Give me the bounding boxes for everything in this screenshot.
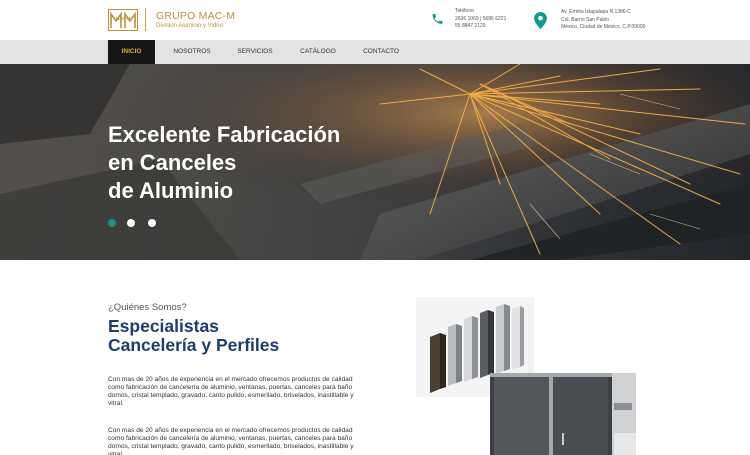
- logo-icon[interactable]: MAC-M: [108, 9, 138, 31]
- map-pin-icon: [534, 12, 547, 29]
- site-header: MAC-M GRUPO MAC-M División Aluminio y Vi…: [0, 0, 750, 40]
- phone-number-2[interactable]: 55 8847 2129: [455, 23, 506, 31]
- nav-item-nosotros[interactable]: NOSOTROS: [166, 40, 218, 64]
- address-line-3: México, Ciudad de México, C.P.09000: [561, 24, 646, 31]
- about-kicker: ¿Quiénes Somos?: [108, 302, 187, 313]
- slider-dot-3[interactable]: [148, 219, 156, 227]
- main-nav: INICIO NOSOTROS SERVICIOS CATÁLOGO CONTA…: [0, 40, 750, 64]
- nav-item-catalogo[interactable]: CATÁLOGO: [294, 40, 342, 64]
- hero-title-line-3: de Aluminio: [108, 178, 234, 203]
- address-line-1: Av. Ermita Iztapalapa N.1386-C: [561, 9, 631, 15]
- nav-item-contacto[interactable]: CONTACTO: [356, 40, 406, 64]
- about-title-line-2: Cancelería y Perfiles: [108, 335, 280, 355]
- about-paragraph-1: Con mas de 20 años de experiencia en el …: [108, 376, 354, 408]
- hero-title-line-2: en Canceles: [108, 150, 237, 175]
- shower-enclosure-image: [490, 373, 636, 455]
- hero-slider: Excelente Fabricación en Canceles de Alu…: [0, 64, 750, 260]
- slider-dot-2[interactable]: [127, 219, 135, 227]
- phone-info: Teléfono 2636 1069 | 5686 6221 55 8847 2…: [455, 8, 506, 31]
- address-line-2: Col. Barrio San Pablo: [561, 16, 610, 23]
- slider-dot-1[interactable]: [108, 219, 116, 227]
- brand-tagline: División Aluminio y Vidrio: [156, 23, 223, 29]
- about-title-line-1: Especialistas: [108, 316, 219, 336]
- nav-item-servicios[interactable]: SERVICIOS: [232, 40, 278, 64]
- hero-title-line-1: Excelente Fabricación: [108, 122, 341, 147]
- logo-divider: [145, 8, 146, 31]
- phone-number-1[interactable]: 2636 1069 | 5686 6221: [455, 16, 506, 24]
- brand-name[interactable]: GRUPO MAC-M: [156, 10, 235, 22]
- address-info: Av. Ermita Iztapalapa N.1386-C Col. Barr…: [561, 9, 645, 32]
- phone-label: Teléfono: [455, 8, 474, 14]
- logo-text: MAC-M: [116, 16, 131, 21]
- about-paragraph-2: Con mas de 20 años de experiencia en el …: [108, 427, 354, 455]
- about-title: Especialistas Cancelería y Perfiles: [108, 317, 279, 355]
- hero-title: Excelente Fabricación en Canceles de Alu…: [108, 121, 408, 205]
- nav-item-inicio[interactable]: INICIO: [108, 40, 155, 64]
- phone-icon: [432, 14, 443, 24]
